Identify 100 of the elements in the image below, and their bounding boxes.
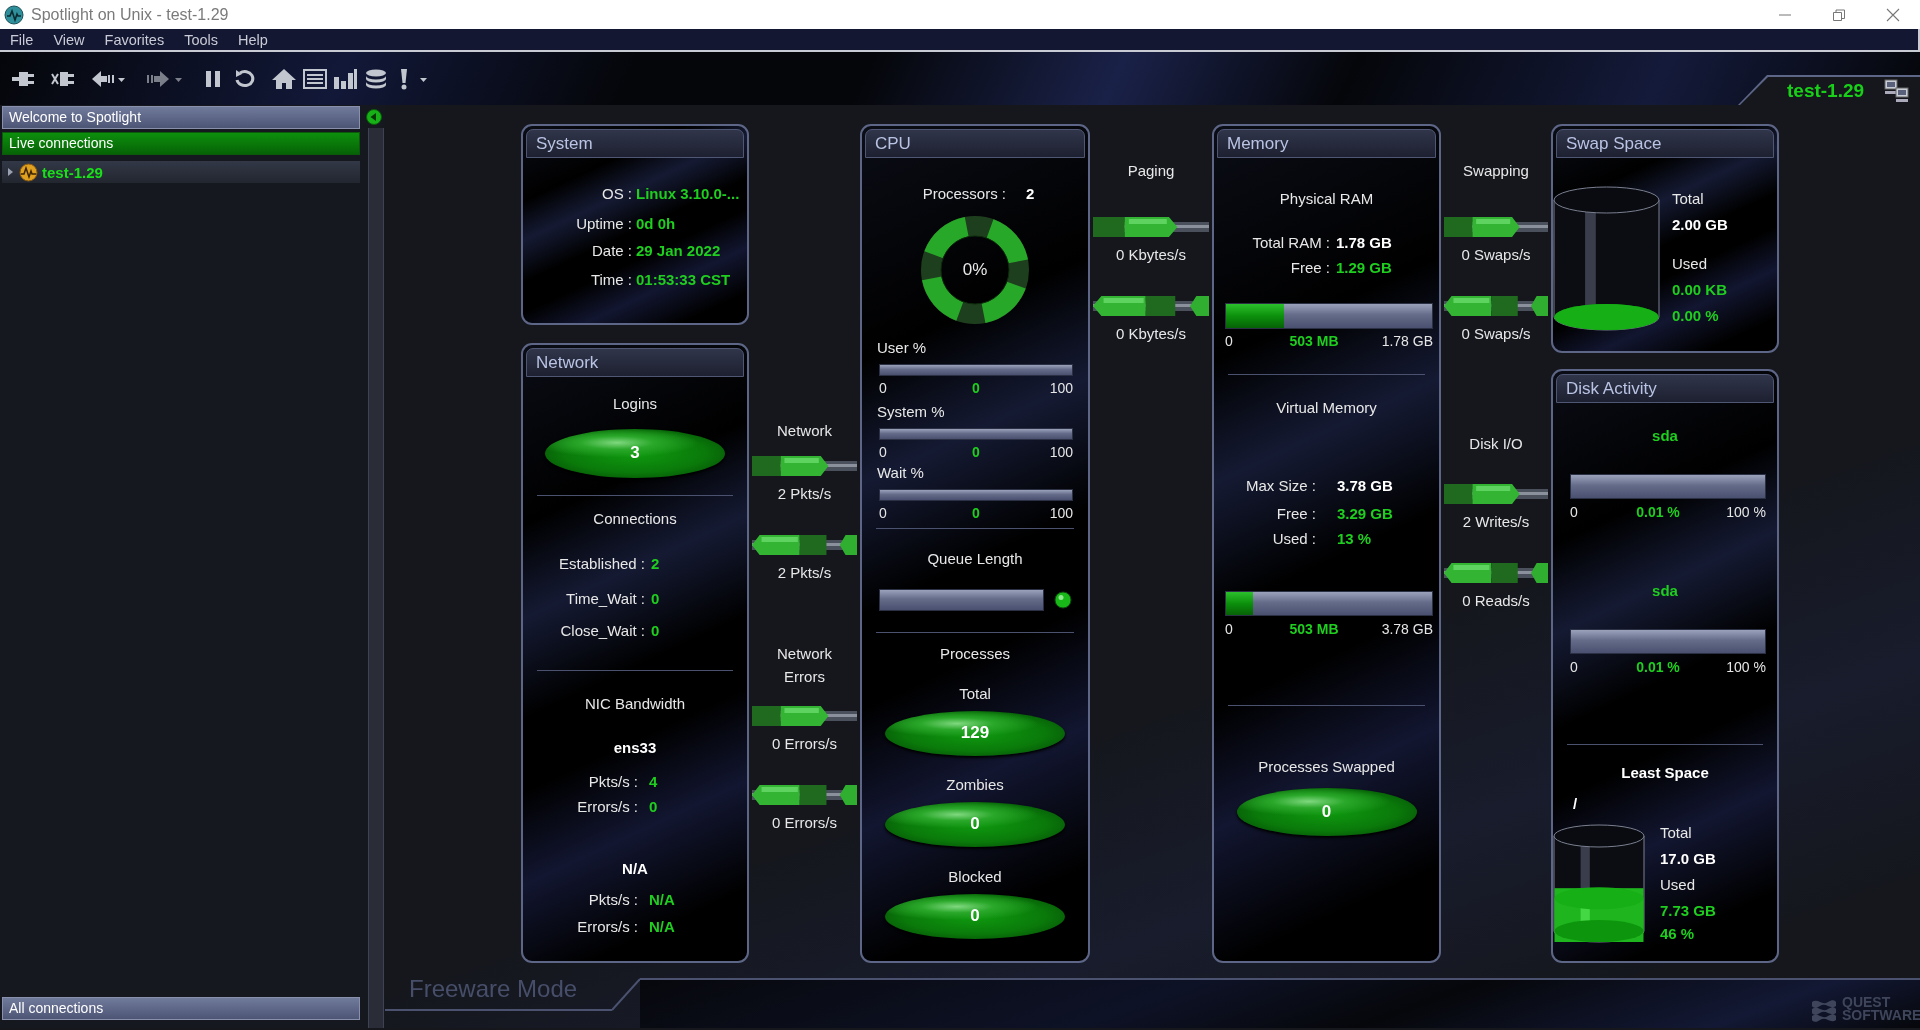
field-label: OS : bbox=[602, 184, 632, 202]
count-badge: 0 bbox=[885, 801, 1065, 847]
bar-value: 503 MB bbox=[1289, 331, 1339, 350]
field-value: 1.29 GB bbox=[1336, 258, 1393, 276]
panel-title: Memory bbox=[1217, 129, 1436, 158]
panel-title: Swap Space bbox=[1556, 129, 1774, 158]
menu-item[interactable]: Tools bbox=[178, 31, 225, 48]
restore-icon[interactable] bbox=[1832, 7, 1846, 22]
interface-name: N/A bbox=[622, 859, 648, 877]
expander-icon[interactable] bbox=[6, 168, 15, 176]
status-dot bbox=[1054, 591, 1072, 609]
gauge-value: 17.0 GB bbox=[1660, 849, 1716, 867]
gauge-label: Total bbox=[1660, 823, 1692, 841]
flow-reading: 0 Kbytes/s bbox=[1115, 324, 1186, 342]
interface-name: ens33 bbox=[613, 738, 657, 756]
field-value: Linux 3.10.0-... bbox=[636, 184, 741, 202]
gauge-value: 0.00 % bbox=[1672, 306, 1719, 324]
flow-reading: 0 Kbytes/s bbox=[1115, 245, 1186, 263]
flow-reading: 2 Writes/s bbox=[1462, 512, 1530, 530]
field-value: 0 bbox=[651, 589, 661, 607]
section-title: Queue Length bbox=[927, 549, 1023, 567]
field-label: Pkts/s : bbox=[588, 772, 638, 790]
collapse-button[interactable] bbox=[365, 109, 382, 125]
scale-max: 3.78 GB bbox=[1381, 619, 1433, 638]
field-value: 4 bbox=[649, 772, 659, 790]
section-title: Logins bbox=[612, 394, 658, 412]
sidebar-section-button[interactable]: All connections bbox=[2, 997, 360, 1020]
field-value: 29 Jan 2022 bbox=[636, 241, 722, 259]
panel-title: CPU bbox=[865, 129, 1085, 158]
sidebar-section-button[interactable]: Welcome to Spotlight bbox=[2, 106, 360, 129]
field-value: N/A bbox=[649, 890, 676, 908]
flow-reading: 0 Errors/s bbox=[772, 734, 837, 752]
field-label: Established : bbox=[559, 554, 645, 572]
field-label: Uptime : bbox=[576, 214, 632, 232]
section-title: Virtual Memory bbox=[1276, 398, 1377, 416]
field-label: Free : bbox=[1290, 258, 1330, 276]
scale-min: 0 bbox=[1570, 502, 1578, 521]
gauge-value: 2.00 GB bbox=[1672, 215, 1728, 233]
field-value: 1.78 GB bbox=[1336, 233, 1393, 251]
field-label: Errors/s : bbox=[577, 917, 638, 935]
menu-item[interactable]: File bbox=[4, 31, 40, 48]
wave-icon bbox=[19, 162, 38, 182]
close-icon[interactable] bbox=[1886, 7, 1900, 22]
field-label: Total RAM : bbox=[1252, 233, 1330, 251]
scale-min: 0 bbox=[879, 503, 887, 522]
bar-value: 503 MB bbox=[1289, 619, 1339, 638]
flow-reading: 0 Reads/s bbox=[1462, 591, 1530, 609]
gauge-value: 7.73 GB bbox=[1660, 901, 1716, 919]
bar-value: 0 bbox=[972, 503, 980, 522]
company-logo: QUEST SOFTWARE bbox=[1810, 996, 1920, 1022]
gauge-value: 0.00 KB bbox=[1672, 280, 1728, 298]
panel-title: System bbox=[526, 129, 744, 158]
device-name: sda bbox=[1652, 426, 1678, 444]
scale-min: 0 bbox=[1570, 657, 1578, 676]
bar-value: 0.01 % bbox=[1636, 657, 1680, 676]
menu-item[interactable]: View bbox=[47, 31, 91, 48]
field-label: Processors : bbox=[922, 184, 1006, 202]
section-title: Least Space bbox=[1621, 763, 1709, 781]
flow-reading: 2 Pkts/s bbox=[777, 484, 832, 502]
bar-label: System % bbox=[877, 402, 945, 420]
scale-min: 0 bbox=[879, 378, 887, 397]
scale-max: 100 bbox=[1049, 442, 1073, 461]
connection-tab[interactable]: test-1.29 bbox=[1738, 75, 1920, 105]
scale-max: 1.78 GB bbox=[1381, 331, 1433, 350]
field-label: Time_Wait : bbox=[566, 589, 645, 607]
field-value: 13 % bbox=[1337, 529, 1373, 547]
device-name: sda bbox=[1652, 581, 1678, 599]
mount-point: / bbox=[1573, 794, 1578, 812]
gauge-label: Used bbox=[1672, 254, 1708, 272]
home-icon[interactable] bbox=[271, 66, 297, 91]
section-title: NIC Bandwidth bbox=[584, 694, 686, 712]
flow-title: Paging bbox=[1127, 160, 1175, 181]
field-label: Pkts/s : bbox=[588, 890, 638, 908]
bar-chart-icon[interactable] bbox=[332, 66, 358, 91]
mode-label: Freeware Mode bbox=[409, 975, 578, 1003]
tree-item[interactable]: test-1.29 bbox=[2, 161, 360, 183]
scale-max: 100 bbox=[1049, 378, 1073, 397]
list-icon[interactable] bbox=[302, 66, 328, 91]
menu-item[interactable]: Favorites bbox=[98, 31, 171, 48]
section-title: Connections bbox=[593, 509, 677, 527]
section-title: Processes bbox=[940, 644, 1010, 662]
computers-icon bbox=[1884, 78, 1911, 104]
scale-max: 100 bbox=[1049, 503, 1073, 522]
field-value: 0 bbox=[649, 797, 659, 815]
flow-reading: 0 Swaps/s bbox=[1461, 245, 1531, 263]
counter-label: Zombies bbox=[946, 775, 1004, 793]
field-label: Errors/s : bbox=[577, 797, 638, 815]
bar-label: Wait % bbox=[877, 463, 924, 481]
flow-reading: 2 Pkts/s bbox=[777, 563, 832, 581]
field-label: Max Size : bbox=[1245, 476, 1316, 494]
sidebar-section-button[interactable]: Live connections bbox=[2, 132, 360, 155]
cpu-usage-value: 0% bbox=[962, 260, 988, 280]
field-value: 0 bbox=[651, 621, 661, 639]
field-value: 0d 0h bbox=[636, 214, 677, 232]
flow-title: Disk I/O bbox=[1469, 433, 1523, 454]
section-title: Physical RAM bbox=[1279, 189, 1374, 207]
bar-value: 0 bbox=[972, 378, 980, 397]
count-badge: 0 bbox=[1236, 788, 1417, 836]
menu-item[interactable]: Help bbox=[232, 31, 274, 48]
panel-title: Disk Activity bbox=[1556, 374, 1774, 403]
